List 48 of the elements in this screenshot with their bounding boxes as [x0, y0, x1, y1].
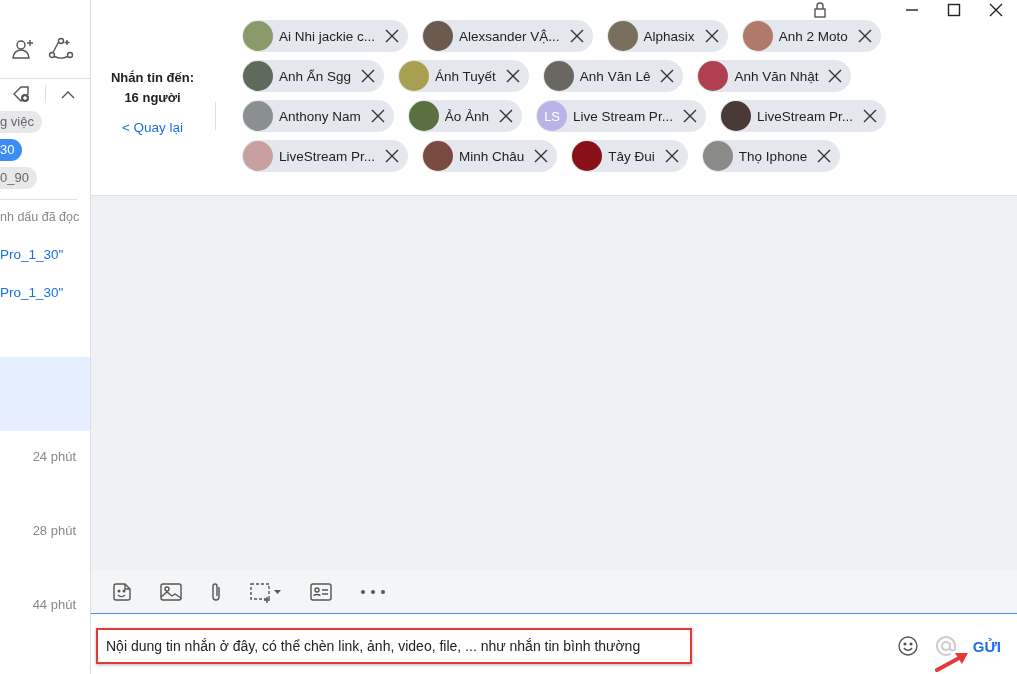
- recipient-name: Ảo Ảnh: [444, 108, 490, 124]
- more-icon[interactable]: [359, 587, 387, 596]
- recipient-name: Anh Ẩn Sgg: [279, 68, 352, 84]
- message-time: 24 phút: [32, 449, 76, 466]
- recipient-name: Minh Châu: [459, 148, 525, 164]
- emoji-icon[interactable]: [896, 635, 919, 657]
- sticker-icon[interactable]: [111, 580, 133, 603]
- recipient-name: Anthony Nam: [279, 108, 361, 124]
- back-link[interactable]: < Quay lại: [121, 120, 184, 135]
- close-icon[interactable]: [989, 3, 1003, 17]
- screenshot-icon[interactable]: [249, 580, 283, 603]
- message-input[interactable]: Nội dung tin nhắn ở đây, có thể chèn link, ảnh, video, file, ... như nhắn tin bình thường: [96, 628, 692, 664]
- maximize-icon[interactable]: [947, 3, 961, 17]
- recipient-name: Anh Văn Lê: [579, 68, 651, 84]
- initials-avatar: LS: [537, 101, 568, 131]
- recipient-name: LiveStream Pr...: [279, 148, 376, 164]
- message-time: 28 phút: [32, 523, 76, 540]
- label-tag[interactable]: 0_90: [0, 167, 37, 189]
- recipient-name: Anh 2 Moto: [778, 28, 848, 44]
- label-tag[interactable]: 30: [0, 139, 23, 161]
- recipient-name: LiveStream Pr...: [756, 108, 853, 124]
- message-preview: Pro_1_30": [0, 285, 65, 300]
- recipients-count: 16 người: [124, 89, 181, 107]
- message-time: 44 phút: [32, 597, 76, 614]
- recipient-name: Ánh Tuyết: [435, 68, 496, 84]
- recipient-name: Alphasix: [643, 28, 695, 44]
- tag-add-icon[interactable]: [11, 84, 31, 104]
- recipient-name: Thọ Iphone: [738, 148, 808, 164]
- label-tag[interactable]: g việc: [0, 111, 42, 133]
- recipients-label: Nhắn tin đến:: [110, 69, 194, 87]
- recipient-name: Anh Văn Nhật: [734, 68, 819, 84]
- collapse-icon[interactable]: [60, 89, 76, 99]
- annotation-arrow: [935, 650, 969, 672]
- conversation-item[interactable]: 28 phút: [0, 505, 90, 579]
- create-group-icon[interactable]: [48, 36, 76, 62]
- lock-icon[interactable]: [813, 2, 827, 18]
- recipient-name: Tây Đui: [608, 148, 655, 164]
- conversation-item[interactable]: 44 phút: [0, 579, 90, 653]
- recipient-name: Alexsander VẬ...: [459, 28, 560, 44]
- image-icon[interactable]: [159, 580, 183, 603]
- conversation-item[interactable]: 24 phút: [0, 431, 90, 505]
- mark-read-link[interactable]: nh dấu đã đọc: [0, 210, 90, 224]
- recipient-name: Ai Nhi jackie c...: [279, 28, 376, 44]
- paperclip-icon[interactable]: [209, 580, 223, 603]
- contact-card-icon[interactable]: [309, 580, 333, 603]
- message-preview: Pro_1_30": [0, 247, 65, 262]
- recipient-name: Live Stream Pr...: [573, 108, 673, 124]
- send-button[interactable]: GỬI: [972, 637, 1001, 655]
